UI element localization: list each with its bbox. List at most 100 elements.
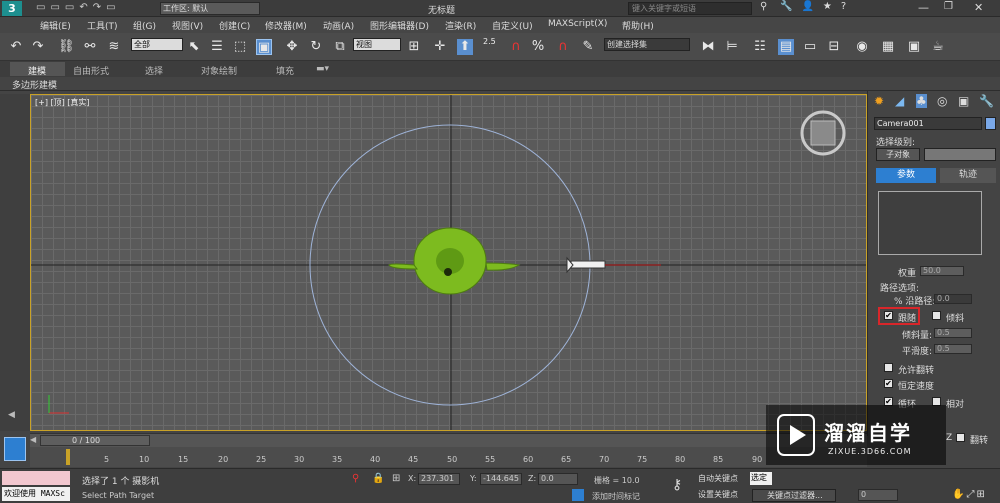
- viewport-top[interactable]: [+] [顶] [真实]: [30, 94, 867, 431]
- hierarchy-tab-icon[interactable]: ♣: [916, 94, 927, 108]
- scale-icon[interactable]: ⧉: [332, 39, 348, 55]
- app-logo[interactable]: 3: [2, 1, 22, 16]
- render-setup-icon[interactable]: ▦: [880, 39, 896, 55]
- slider-left-arrow[interactable]: ◀: [30, 435, 36, 444]
- spinner-snap-icon[interactable]: ∩: [555, 39, 571, 55]
- object-color-swatch[interactable]: [985, 117, 996, 130]
- search-input[interactable]: 键入关键字或短语: [628, 2, 752, 15]
- restore-button[interactable]: ❐: [944, 1, 953, 12]
- target-list-box[interactable]: [878, 191, 982, 255]
- utilities-tab-icon[interactable]: 🔧: [979, 94, 994, 108]
- menu-view[interactable]: 视图(V): [172, 19, 203, 32]
- bank-checkbox[interactable]: [932, 311, 941, 320]
- transform-mode-icon[interactable]: ⊞: [392, 473, 400, 484]
- align-icon[interactable]: ⊨: [724, 39, 740, 55]
- flip-checkbox[interactable]: [956, 433, 965, 442]
- menu-maxscript[interactable]: MAXScript(X): [548, 19, 607, 29]
- menu-help[interactable]: 帮助(H): [622, 19, 654, 32]
- mini-listener-toggle[interactable]: [4, 437, 26, 461]
- snap-toggle-label[interactable]: 2.5: [483, 37, 496, 46]
- workspace-dropdown[interactable]: 工作区: 默认: [160, 2, 260, 15]
- schematic-view-icon[interactable]: ⊟: [826, 39, 842, 55]
- move-icon[interactable]: ✥: [284, 39, 300, 55]
- select-object-icon[interactable]: ⬉: [186, 39, 202, 55]
- mirror-icon[interactable]: ⧓: [700, 39, 716, 55]
- follow-checkbox[interactable]: ✔: [884, 311, 893, 320]
- rotate-icon[interactable]: ↻: [308, 39, 324, 55]
- polygon-modeling-label[interactable]: 多边形建模: [12, 78, 57, 91]
- along-path-spinner[interactable]: 0.0: [934, 294, 972, 304]
- display-tab-icon[interactable]: ▣: [958, 94, 969, 108]
- toggle-ribbon-icon[interactable]: ▤: [778, 39, 794, 55]
- unlink-icon[interactable]: ⚯: [82, 39, 98, 55]
- search-icon[interactable]: ⚲: [760, 1, 767, 12]
- menu-tools[interactable]: 工具(T): [87, 19, 118, 32]
- menu-animation[interactable]: 动画(A): [323, 19, 354, 32]
- named-selection-dropdown[interactable]: 创建选择集: [604, 38, 690, 51]
- material-editor-icon[interactable]: ◉: [854, 39, 870, 55]
- selected-dropdown[interactable]: 选定: [750, 472, 772, 485]
- left-arrow-icon[interactable]: ◀: [8, 410, 15, 420]
- ribbon-tab-modeling[interactable]: 建模: [28, 64, 46, 77]
- ribbon-tab-populate[interactable]: 填充: [276, 64, 294, 77]
- ribbon-tab-freeform[interactable]: 自由形式: [73, 64, 109, 77]
- curve-editor-icon[interactable]: ▭: [802, 39, 818, 55]
- menu-customize[interactable]: 自定义(U): [492, 19, 533, 32]
- time-slider[interactable]: 0 / 100 ◀ ▶: [30, 433, 867, 447]
- layer-manager-icon[interactable]: ☷: [752, 39, 768, 55]
- maxscript-listener-field[interactable]: 欢迎使用 MAXSc: [2, 487, 70, 501]
- rect-selection-icon[interactable]: ⬚: [232, 39, 248, 55]
- infocenter-icons[interactable]: 🔧👤★?: [780, 1, 855, 12]
- window-crossing-icon[interactable]: ▣: [256, 39, 272, 55]
- menu-create[interactable]: 创建(C): [219, 19, 250, 32]
- current-frame-field[interactable]: 0: [858, 489, 898, 501]
- allow-flip-checkbox[interactable]: [884, 363, 893, 372]
- menu-edit[interactable]: 编辑(E): [40, 19, 71, 32]
- angle-snap-icon[interactable]: ∩: [508, 39, 524, 55]
- ribbon-tab-object-paint[interactable]: 对象绘制: [201, 64, 237, 77]
- tab-parameters[interactable]: 参数: [876, 168, 936, 183]
- percent-snap-icon[interactable]: %: [530, 39, 546, 55]
- add-time-tag-label[interactable]: 添加时间标记: [592, 491, 640, 502]
- isolate-icon[interactable]: ⚲: [352, 473, 359, 484]
- motion-tab-icon[interactable]: ◎: [937, 94, 947, 108]
- edit-named-sel-icon[interactable]: ✎: [580, 39, 596, 55]
- rendered-frame-icon[interactable]: ▣: [906, 39, 922, 55]
- tab-trajectories[interactable]: 轨迹: [940, 168, 996, 183]
- lock-icon[interactable]: 🔒: [372, 473, 384, 484]
- x-coordinate-field[interactable]: 237.301: [418, 473, 460, 485]
- subobject-button[interactable]: 子对象: [876, 148, 920, 161]
- close-button[interactable]: ✕: [974, 1, 983, 14]
- y-coordinate-field[interactable]: -144.645: [480, 473, 522, 485]
- keyboard-shortcut-icon[interactable]: ⬆: [457, 39, 473, 55]
- undo-icon[interactable]: ↶: [8, 39, 24, 55]
- create-tab-icon[interactable]: ✹: [874, 94, 884, 108]
- pivot-icon[interactable]: ⊞: [406, 39, 422, 55]
- menu-group[interactable]: 组(G): [133, 19, 156, 32]
- key-icon[interactable]: ⚷: [672, 477, 682, 493]
- select-manipulate-icon[interactable]: ✛: [432, 39, 448, 55]
- track-bar[interactable]: 5 10 15 20 25 30 35 40 45 50 55 60 65 70…: [30, 447, 867, 467]
- render-teapot-icon[interactable]: ☕: [930, 39, 946, 55]
- modify-tab-icon[interactable]: ◢: [895, 94, 904, 108]
- redo-icon[interactable]: ↷: [30, 39, 46, 55]
- menu-graph-editors[interactable]: 图形编辑器(D): [370, 19, 429, 32]
- ribbon-options-icon[interactable]: ▬▾: [316, 64, 329, 74]
- reference-coord-dropdown[interactable]: 视图: [353, 38, 401, 51]
- z-coordinate-field[interactable]: 0.0: [538, 473, 578, 485]
- weight-spinner[interactable]: 50.0: [920, 266, 964, 276]
- maxscript-listener-pink[interactable]: [2, 471, 70, 485]
- select-by-name-icon[interactable]: ☰: [209, 39, 225, 55]
- bank-amount-spinner[interactable]: 0.5: [934, 328, 972, 338]
- auto-key-button[interactable]: 自动关键点: [698, 473, 738, 484]
- object-name-field[interactable]: Camera001: [874, 117, 982, 130]
- key-filters-button[interactable]: 关键点过滤器...: [752, 489, 836, 502]
- menu-modifiers[interactable]: 修改器(M): [265, 19, 307, 32]
- bind-spacewarp-icon[interactable]: ≋: [106, 39, 122, 55]
- smoothness-spinner[interactable]: 0.5: [934, 344, 972, 354]
- minimize-button[interactable]: —: [918, 1, 929, 14]
- subobject-dropdown[interactable]: [924, 148, 996, 161]
- constant-velocity-checkbox[interactable]: ✔: [884, 379, 893, 388]
- viewport-nav-icons[interactable]: ✋⤢⊞: [952, 489, 987, 500]
- set-key-button[interactable]: 设置关键点: [698, 489, 738, 500]
